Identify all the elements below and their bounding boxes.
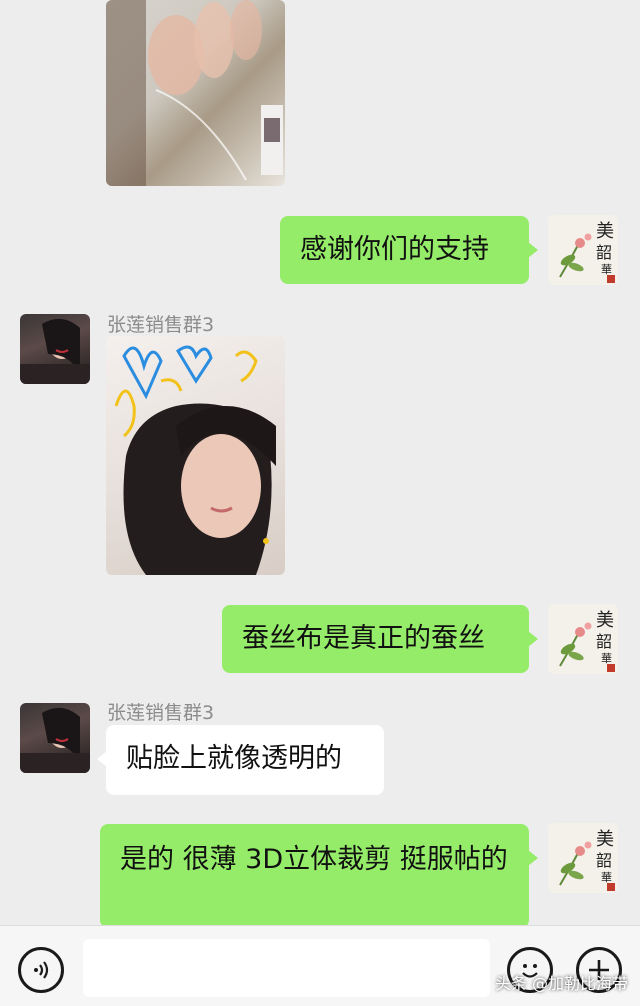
- photo-message-plastic-wrap[interactable]: [106, 0, 285, 186]
- contact-avatar-image: [20, 707, 90, 773]
- message-text: 贴脸上就像透明的: [126, 743, 342, 774]
- avatar-calligraphy-2: 韶: [595, 632, 612, 651]
- self-avatar[interactable]: 美 韶 華: [548, 823, 618, 893]
- self-avatar[interactable]: 美 韶 華: [548, 604, 618, 674]
- plastic-wrap-image: [106, 0, 283, 186]
- contact-avatar[interactable]: [20, 703, 90, 773]
- self-avatar[interactable]: 美 韶 華: [548, 215, 618, 285]
- voice-icon: [34, 961, 49, 979]
- message-text: 是的 很薄 3D立体裁剪 挺服帖的: [120, 844, 508, 875]
- red-seal-stamp: [607, 664, 615, 672]
- message-text: 感谢你们的支持: [300, 234, 489, 265]
- outgoing-message-bubble[interactable]: 感谢你们的支持: [280, 216, 538, 284]
- incoming-message-bubble[interactable]: 贴脸上就像透明的: [97, 725, 384, 795]
- message-text: 蚕丝布是真正的蚕丝: [242, 623, 485, 654]
- red-seal-stamp: [607, 275, 615, 283]
- message-input[interactable]: [83, 939, 490, 997]
- avatar-calligraphy-2: 韶: [595, 851, 612, 870]
- outgoing-message-bubble[interactable]: 是的 很薄 3D立体裁剪 挺服帖的: [100, 824, 538, 928]
- sender-name: 张莲销售群3: [107, 314, 215, 336]
- outgoing-message-bubble[interactable]: 蚕丝布是真正的蚕丝: [222, 605, 538, 673]
- photo-message-selfie[interactable]: [106, 336, 285, 575]
- voice-button[interactable]: [18, 947, 64, 993]
- contact-avatar-image: [20, 318, 90, 384]
- selfie-image: [114, 345, 276, 575]
- sender-name: 张莲销售群3: [107, 702, 215, 724]
- contact-avatar[interactable]: [20, 314, 90, 384]
- avatar-calligraphy-2: 韶: [595, 243, 612, 262]
- red-seal-stamp: [607, 883, 615, 891]
- watermark: 头条 @加勒比海带: [494, 974, 628, 993]
